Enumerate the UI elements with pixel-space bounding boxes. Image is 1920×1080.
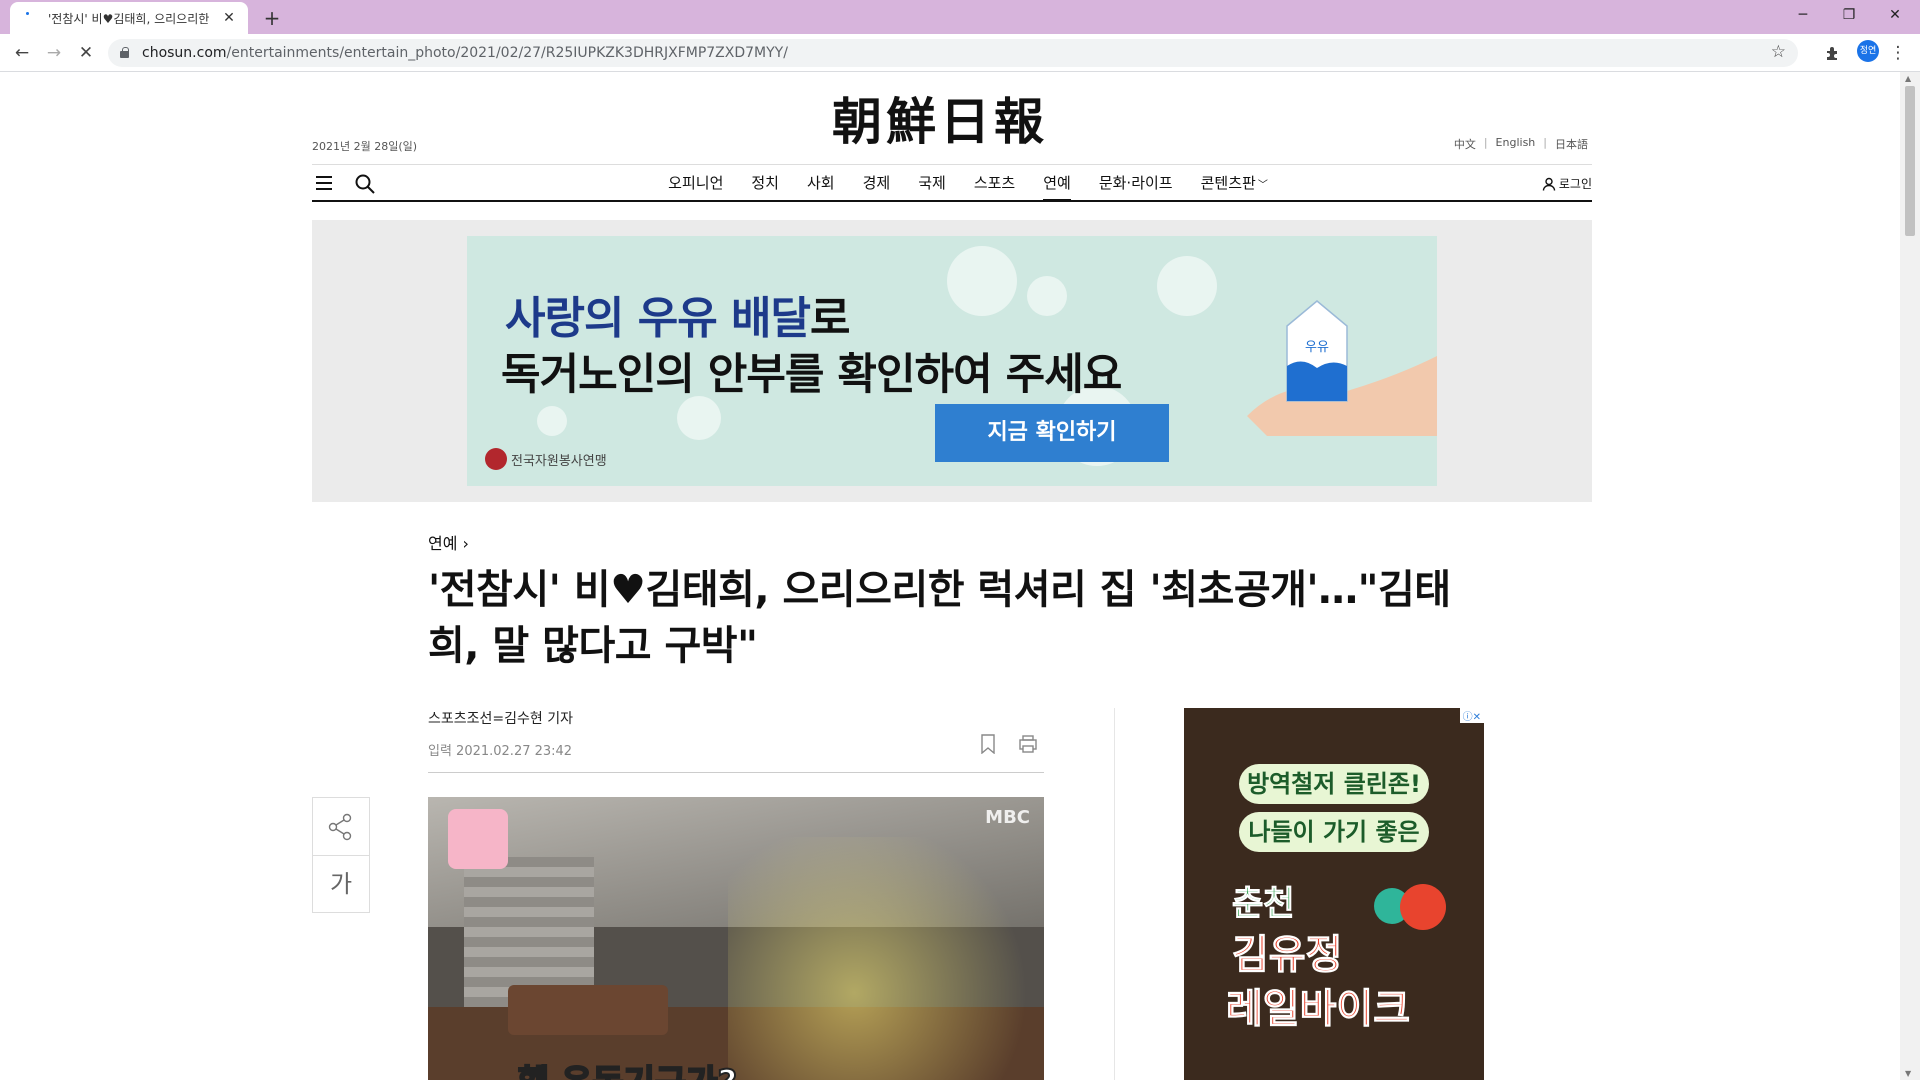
nav-item-contents[interactable]: 콘텐츠판 ﹀ xyxy=(1201,165,1268,201)
browser-toolbar: ← → ✕ chosun.com/entertainments/entertai… xyxy=(0,34,1920,72)
minimize-icon[interactable]: ─ xyxy=(1780,0,1826,30)
language-links: 中文 | English | 日本語 xyxy=(1454,136,1588,152)
bookmark-icon[interactable] xyxy=(980,734,996,754)
article-photo[interactable]: MBC 헬 운동기구가? xyxy=(428,797,1044,1080)
breadcrumb-section: 연예 xyxy=(428,534,458,553)
forward-icon[interactable]: → xyxy=(40,39,68,67)
restore-icon[interactable]: ❐ xyxy=(1826,0,1872,30)
profile-avatar[interactable]: 정연 xyxy=(1857,40,1879,62)
nav-item-contents-label: 콘텐츠판 xyxy=(1200,174,1256,192)
close-window-icon[interactable]: ✕ xyxy=(1872,0,1918,30)
nav-item-international[interactable]: 국제 xyxy=(918,165,946,201)
bookmark-star-icon[interactable]: ☆ xyxy=(1771,42,1786,62)
extensions-icon[interactable] xyxy=(1818,39,1846,67)
nav-item-opinion[interactable]: 오피니언 xyxy=(668,165,723,201)
menu-kebab-icon[interactable]: ⋮ xyxy=(1884,39,1912,67)
browser-tab[interactable]: '전참시' 비♥김태희, 으리으리한 ✕ xyxy=(10,2,248,34)
stop-loading-icon[interactable]: ✕ xyxy=(72,39,100,67)
login-label: 로그인 xyxy=(1558,177,1592,191)
side-ad-line-4: 김유정 xyxy=(1231,932,1343,979)
photo-sofa xyxy=(508,985,668,1035)
address-bar[interactable]: chosun.com/entertainments/entertain_phot… xyxy=(108,39,1798,67)
nav-item-culture-life[interactable]: 문화·라이프 xyxy=(1099,165,1173,201)
ad-headline-2: 독거노인의 안부를 확인하여 주세요 xyxy=(501,350,1122,400)
user-icon xyxy=(1542,177,1556,191)
side-ad-line-3: 춘천 xyxy=(1232,884,1296,925)
photo-subtitle: 헬 운동기구가? xyxy=(517,1055,738,1080)
ad-choices-icon[interactable]: ⓘ✕ xyxy=(1459,708,1484,723)
milk-delivery-ad-banner[interactable]: 사랑의 우유 배달로 독거노인의 안부를 확인하여 주세요 지금 확인하기 전국… xyxy=(467,236,1437,486)
top-ad-area: 사랑의 우유 배달로 독거노인의 안부를 확인하여 주세요 지금 확인하기 전국… xyxy=(312,220,1592,502)
masthead-logo[interactable]: 朝鮮日報 xyxy=(810,90,1070,154)
share-toolbar: 가 xyxy=(312,797,370,913)
main-nav: 오피니언 정치 사회 경제 국제 스포츠 연예 문화·라이프 콘텐츠판 ﹀ 로그인 xyxy=(312,164,1592,202)
close-tab-icon[interactable]: ✕ xyxy=(220,9,238,27)
balloon-icon xyxy=(1400,884,1446,930)
back-icon[interactable]: ← xyxy=(8,39,36,67)
broadcaster-logo: MBC xyxy=(985,807,1030,828)
nav-item-sports[interactable]: 스포츠 xyxy=(974,165,1015,201)
scroll-down-icon[interactable]: ▼ xyxy=(1905,1069,1911,1078)
print-icon[interactable] xyxy=(1018,734,1038,754)
tab-title: '전참시' 비♥김태희, 으리으리한 xyxy=(48,11,210,26)
new-tab-button[interactable]: + xyxy=(258,4,286,32)
page-scrollbar[interactable]: ▲ ▼ xyxy=(1900,72,1920,1080)
nav-items: 오피니언 정치 사회 경제 국제 스포츠 연예 문화·라이프 콘텐츠판 ﹀ xyxy=(312,165,1592,201)
article-byline[interactable]: 스포츠조선=김수현 기자 xyxy=(428,708,573,728)
ad-headline-suffix: 로 xyxy=(810,293,850,344)
scroll-up-icon[interactable]: ▲ xyxy=(1905,74,1911,83)
column-divider xyxy=(1114,708,1115,1080)
nav-item-economy[interactable]: 경제 xyxy=(863,165,891,201)
share-icon xyxy=(328,813,352,841)
photo-light-effect xyxy=(728,837,1044,1080)
side-ad-line-1: 방역철저 클린존! xyxy=(1239,764,1429,804)
side-ad-banner[interactable]: ⓘ✕ 방역철저 클린존! 나들이 가기 좋은 춘천 김유정 레일바이크 xyxy=(1184,708,1484,1080)
ad-cta-button[interactable]: 지금 확인하기 xyxy=(935,404,1169,462)
url-text: chosun.com/entertainments/entertain_phot… xyxy=(142,45,788,61)
show-logo-icon xyxy=(448,809,508,869)
login-button[interactable]: 로그인 xyxy=(1542,175,1592,192)
separator: | xyxy=(1483,136,1488,149)
chevron-down-icon: ﹀ xyxy=(1257,180,1268,191)
ad-sponsor-name: 전국자원봉사연맹 xyxy=(511,453,607,469)
nav-item-entertainment[interactable]: 연예 xyxy=(1043,165,1071,201)
nav-item-society[interactable]: 사회 xyxy=(807,165,835,201)
scrollbar-thumb[interactable] xyxy=(1905,86,1915,236)
share-button[interactable] xyxy=(313,798,369,856)
lang-english[interactable]: English xyxy=(1496,136,1536,152)
milk-carton-icon: 우유 xyxy=(1277,296,1355,406)
url-path: /entertainments/entertain_photo/2021/02/… xyxy=(226,45,788,61)
article-tools xyxy=(980,734,1038,754)
breadcrumb[interactable]: 연예 › xyxy=(428,530,469,554)
sponsor-logo-icon xyxy=(485,448,507,470)
ad-headline-1: 사랑의 우유 배달로 xyxy=(505,282,850,346)
url-domain: chosun.com xyxy=(142,45,227,61)
chevron-right-icon: › xyxy=(462,534,469,553)
lock-icon xyxy=(120,47,129,58)
lang-japanese[interactable]: 日本語 xyxy=(1555,136,1588,152)
font-size-button[interactable]: 가 xyxy=(313,856,369,912)
divider xyxy=(428,772,1044,773)
carton-label: 우유 xyxy=(1305,340,1329,355)
ad-sponsor: 전국자원봉사연맹 xyxy=(485,448,607,470)
side-ad-line-2: 나들이 가기 좋은 xyxy=(1239,812,1429,852)
tab-strip: '전참시' 비♥김태희, 으리으리한 ✕ + ─ ❐ ✕ xyxy=(0,0,1920,34)
nav-item-politics[interactable]: 정치 xyxy=(751,165,779,201)
today-date: 2021년 2월 28일(일) xyxy=(312,140,418,153)
side-ad-line-5: 레일바이크 xyxy=(1226,986,1411,1033)
article-headline: '전참시' 비♥김태희, 으리으리한 럭셔리 집 '최초공개'…"김태희, 말 … xyxy=(428,567,1451,669)
web-page: 朝鮮日報 2021년 2월 28일(일) 中文 | English | 日本語 … xyxy=(0,72,1900,1080)
loading-favicon-icon xyxy=(24,11,38,25)
separator: | xyxy=(1543,136,1547,149)
lang-chinese[interactable]: 中文 xyxy=(1454,136,1476,152)
ad-headline-highlight: 사랑의 우유 배달 xyxy=(505,293,811,344)
publish-date: 입력 2021.02.27 23:42 xyxy=(428,744,573,759)
